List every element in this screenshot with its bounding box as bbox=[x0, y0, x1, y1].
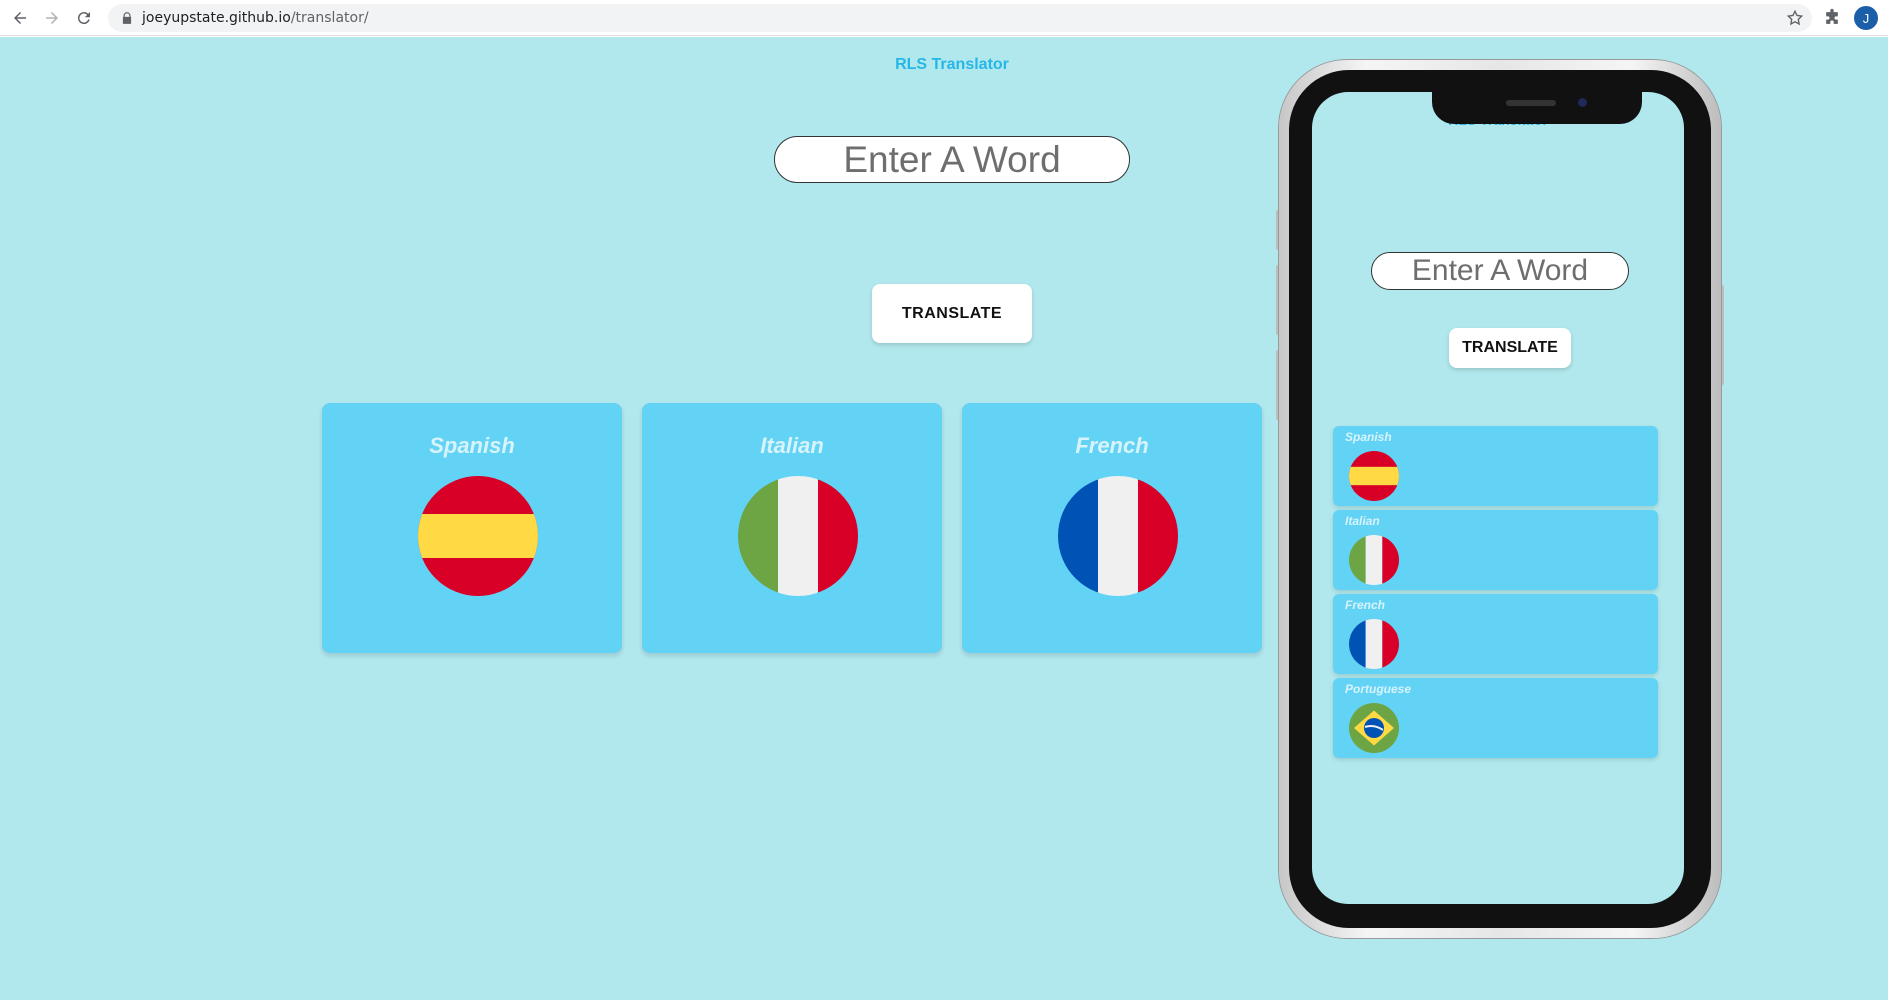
bookmark-star-icon[interactable] bbox=[1786, 9, 1804, 27]
lock-icon bbox=[122, 12, 132, 24]
url-path: /translator/ bbox=[290, 10, 369, 26]
card-title: French bbox=[1075, 433, 1149, 458]
france-flag-icon bbox=[1349, 619, 1399, 669]
word-input[interactable] bbox=[774, 136, 1130, 183]
camera-icon bbox=[1578, 98, 1587, 107]
mobile-language-card-italian[interactable]: Italian bbox=[1333, 510, 1658, 590]
card-title: Spanish bbox=[429, 433, 515, 458]
phone-speaker bbox=[1506, 100, 1556, 106]
mobile-language-card-portuguese[interactable]: Portuguese bbox=[1333, 678, 1658, 758]
address-bar[interactable]: joeyupstate.github.io/translator/ bbox=[108, 4, 1812, 32]
browser-toolbar: joeyupstate.github.io/translator/ J bbox=[0, 0, 1888, 36]
mobile-card-title: Italian bbox=[1345, 514, 1380, 528]
spain-flag-icon bbox=[1349, 451, 1399, 501]
url-host: joeyupstate.github.io bbox=[142, 10, 291, 26]
extensions-puzzle-icon[interactable] bbox=[1822, 8, 1842, 28]
phone-screen: RLS Translator TRANSLATE Spanish Itali bbox=[1312, 92, 1684, 904]
italy-flag-icon bbox=[738, 476, 858, 596]
italy-flag-icon bbox=[1349, 535, 1399, 585]
translate-button[interactable]: TRANSLATE bbox=[872, 284, 1032, 343]
mobile-card-title: French bbox=[1345, 598, 1386, 612]
language-card-spanish[interactable]: Spanish bbox=[322, 403, 622, 653]
card-title: Italian bbox=[760, 433, 824, 458]
mobile-card-title: Spanish bbox=[1345, 430, 1392, 444]
mobile-card-title: Portuguese bbox=[1345, 682, 1412, 696]
reload-icon bbox=[77, 12, 90, 25]
language-card-french[interactable]: French bbox=[962, 403, 1262, 653]
brazil-flag-icon bbox=[1349, 703, 1399, 753]
mobile-language-card-spanish[interactable]: Spanish bbox=[1333, 426, 1658, 506]
page: RLS Translator TRANSLATE Spanish Italian… bbox=[0, 37, 1888, 1000]
arrow-right-icon bbox=[46, 12, 58, 24]
phone-notch bbox=[1432, 92, 1642, 124]
mobile-translate-button[interactable]: TRANSLATE bbox=[1449, 328, 1571, 368]
profile-avatar[interactable]: J bbox=[1854, 6, 1878, 30]
url-text: joeyupstate.github.io/translator/ bbox=[142, 10, 369, 26]
back-button[interactable] bbox=[8, 6, 32, 30]
forward-button[interactable] bbox=[40, 6, 64, 30]
arrow-left-icon bbox=[14, 12, 26, 24]
france-flag-icon bbox=[1058, 476, 1178, 596]
phone-mockup: RLS Translator TRANSLATE Spanish Itali bbox=[1276, 60, 1724, 938]
spain-flag-icon bbox=[418, 476, 538, 596]
language-card-italian[interactable]: Italian bbox=[642, 403, 942, 653]
reload-button[interactable] bbox=[72, 6, 96, 30]
mobile-word-input[interactable] bbox=[1371, 252, 1629, 290]
mobile-language-card-french[interactable]: French bbox=[1333, 594, 1658, 674]
